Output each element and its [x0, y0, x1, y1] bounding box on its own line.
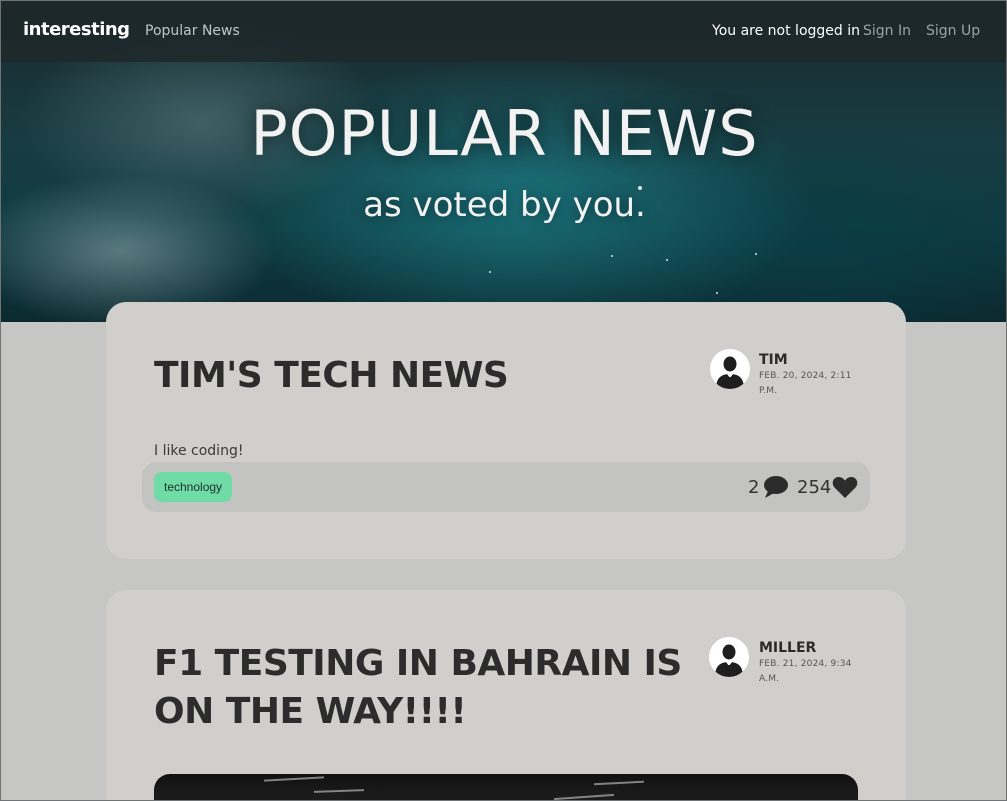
- light-streak: [263, 776, 325, 782]
- post-meta-bar: technology 2 254: [142, 462, 870, 512]
- nav-popular-news-link[interactable]: Popular News: [145, 23, 240, 39]
- avatar[interactable]: [709, 637, 749, 677]
- light-streak: [593, 780, 645, 786]
- post-title[interactable]: F1 TESTING IN BAHRAIN IS ON THE WAY!!!!: [154, 640, 694, 736]
- sign-in-link[interactable]: Sign In: [863, 23, 911, 39]
- star: [611, 255, 613, 257]
- tag-chip[interactable]: technology: [154, 472, 233, 502]
- top-navbar: interesting Popular News You are not log…: [1, 1, 1006, 62]
- speech-bubble-icon: [764, 476, 788, 498]
- post-card: F1 TESTING IN BAHRAIN IS ON THE WAY!!!! …: [106, 590, 906, 800]
- heart-icon: [832, 476, 858, 498]
- person-silhouette-icon: [709, 637, 749, 677]
- login-status-text: You are not logged in: [712, 23, 860, 39]
- star: [666, 259, 668, 261]
- author-name[interactable]: MILLER: [759, 640, 816, 656]
- hero-subtitle: as voted by you.: [363, 185, 646, 225]
- page: POPULAR NEWS as voted by you. interestin…: [0, 0, 1007, 801]
- like-icon[interactable]: [832, 475, 858, 503]
- star: [489, 271, 491, 273]
- comment-count: 2: [748, 477, 760, 498]
- post-date: FEB. 21, 2024, 9:34 A.M.: [759, 659, 852, 684]
- post-title[interactable]: TIM'S TECH NEWS: [154, 352, 694, 400]
- brand-logo[interactable]: interesting: [23, 19, 130, 40]
- post-excerpt: I like coding!: [154, 443, 244, 459]
- hero-title: POPULAR NEWS: [250, 97, 759, 170]
- post-card: TIM'S TECH NEWS TIM FEB. 20, 2024, 2:11 …: [106, 302, 906, 559]
- person-silhouette-icon: [710, 349, 750, 389]
- post-date: FEB. 20, 2024, 2:11 P.M.: [759, 371, 852, 396]
- post-image[interactable]: [154, 774, 858, 800]
- light-streak: [313, 789, 365, 793]
- author-name[interactable]: TIM: [759, 352, 788, 368]
- light-streak: [554, 793, 614, 800]
- avatar[interactable]: [710, 349, 750, 389]
- star: [716, 292, 718, 294]
- like-count: 254: [797, 477, 832, 498]
- star: [755, 253, 757, 255]
- comment-icon[interactable]: [762, 475, 790, 503]
- sign-up-link[interactable]: Sign Up: [926, 23, 980, 39]
